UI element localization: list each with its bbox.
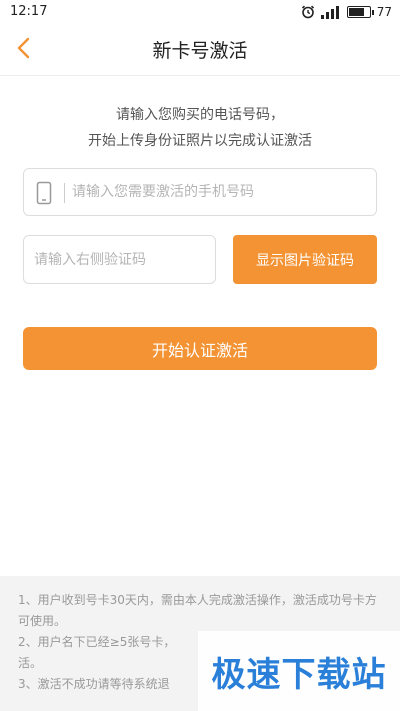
- signal-icon: [320, 5, 341, 19]
- alarm-icon: [301, 5, 315, 19]
- status-time: 12:17: [10, 4, 48, 19]
- battery-fill: [348, 8, 364, 16]
- status-icons: 77: [301, 4, 392, 20]
- note-item: 1、用户收到号卡30天内，需由本人完成激活操作，激活成功号卡方可使用。: [18, 593, 377, 628]
- intro-line-2: 开始上传身份证照片以完成认证激活: [88, 133, 312, 149]
- intro-line-1: 请输入您购买的电话号码，: [116, 107, 284, 123]
- start-activation-button[interactable]: 开始认证激活: [23, 327, 377, 370]
- phone-number-input[interactable]: [72, 169, 368, 215]
- captcha-field[interactable]: [23, 235, 216, 284]
- show-captcha-button[interactable]: 显示图片验证码: [233, 235, 377, 284]
- captcha-input[interactable]: [34, 236, 209, 283]
- battery-icon: [346, 6, 374, 18]
- watermark-logo: 极速下载站: [198, 631, 400, 711]
- status-bar: 12:17 77: [0, 0, 400, 24]
- page-title: 新卡号激活: [152, 40, 248, 62]
- battery-level: 77: [376, 5, 392, 19]
- field-divider: [64, 183, 65, 203]
- header: 新卡号激活: [0, 24, 400, 76]
- phone-field[interactable]: [23, 168, 377, 216]
- mobile-phone-icon: [36, 181, 52, 209]
